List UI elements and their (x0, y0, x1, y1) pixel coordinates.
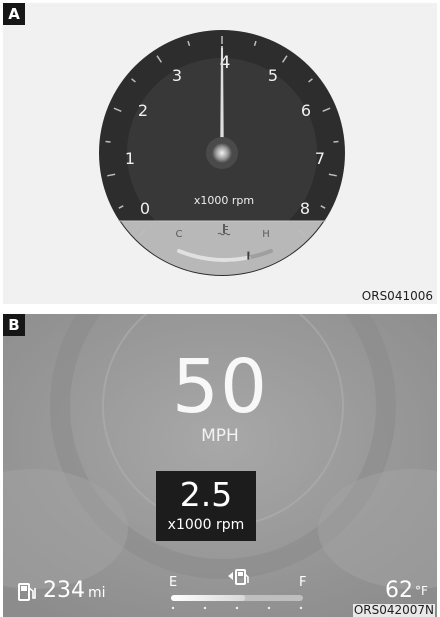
needle-hub (212, 143, 232, 163)
fuel-gauge-tick (267, 606, 271, 610)
rpm-unit: x1000 rpm (167, 517, 245, 533)
range-readout: 234 mi (17, 578, 106, 603)
tick-label-5: 5 (268, 66, 278, 85)
panel-b-figure-code: ORS042007N (352, 603, 435, 617)
tick-label-6: 6 (301, 101, 311, 120)
temp-cold-label: C (176, 229, 183, 240)
tachometer-unit: x1000 rpm (194, 194, 254, 207)
panel-b-label: B (3, 314, 25, 336)
speed-value: 50 (171, 344, 269, 430)
speed-unit: MPH (201, 426, 239, 446)
tick-label-3: 3 (172, 66, 182, 85)
tick-label-2: 2 (138, 101, 148, 120)
outside-temp-value: 62 (385, 578, 413, 603)
temperature-zone (105, 221, 339, 275)
temp-hot-label: H (262, 229, 270, 240)
fuel-gauge-fill (171, 595, 246, 601)
rpm-value: 2.5 (179, 475, 233, 514)
outside-temp-unit: °F (415, 584, 428, 598)
panel-b: 50 MPH 2.5 x1000 rpm 234 mi E F 62 °F B OR… (3, 314, 437, 617)
tachometer: 0 1 2 3 4 5 6 7 8 x1000 rpm C H (99, 30, 345, 276)
tick-label-0: 0 (140, 199, 150, 218)
fuel-empty-label: E (169, 575, 178, 590)
tick-label-7: 7 (315, 149, 325, 168)
rpm-display: 2.5 x1000 rpm (156, 471, 256, 541)
panel-a-figure-code: ORS041006 (361, 289, 433, 303)
fuel-gauge-tick (203, 606, 207, 610)
tick-label-8: 8 (300, 199, 310, 218)
panel-a-label: A (3, 3, 25, 25)
fuel-full-label: F (299, 575, 307, 590)
fuel-gauge-tick (299, 606, 303, 610)
fuel-gauge-tick (171, 606, 175, 610)
panel-a: A 0 1 2 3 4 5 6 7 8 x1000 rpm C H ORS041… (3, 3, 437, 304)
outside-temperature: 62 °F (385, 578, 428, 603)
tick-label-1: 1 (125, 149, 135, 168)
range-value: 234 (43, 578, 85, 603)
range-unit: mi (88, 585, 106, 601)
fuel-gauge-tick (235, 606, 239, 610)
